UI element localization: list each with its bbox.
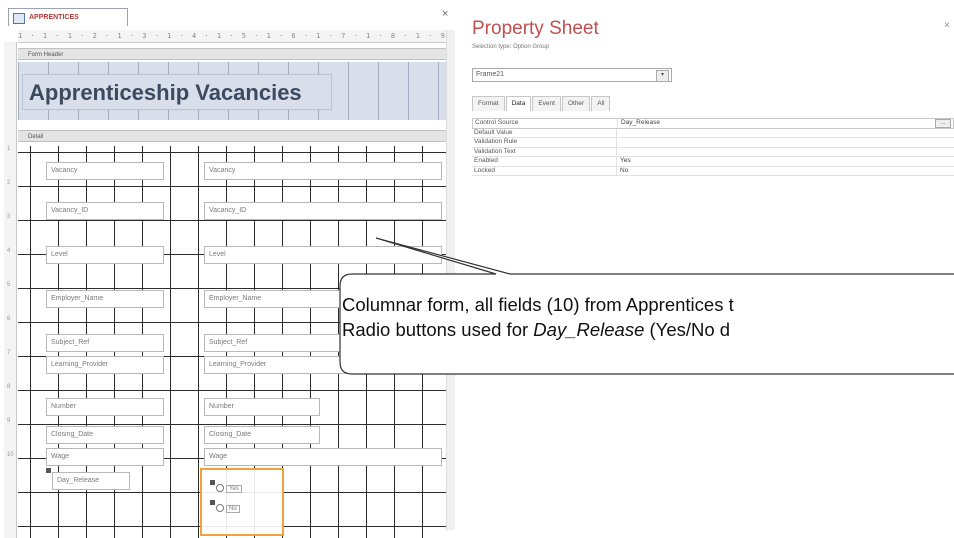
- callout-field-name: Day_Release: [533, 319, 645, 340]
- callout-line-2: Radio buttons used for Day_Release (Yes/…: [342, 319, 731, 340]
- callout-line-1: Columnar form, all fields (10) from Appr…: [342, 294, 734, 315]
- callout-shape: [339, 237, 954, 375]
- callout-text: Columnar form, all fields (10) from Appr…: [342, 292, 954, 342]
